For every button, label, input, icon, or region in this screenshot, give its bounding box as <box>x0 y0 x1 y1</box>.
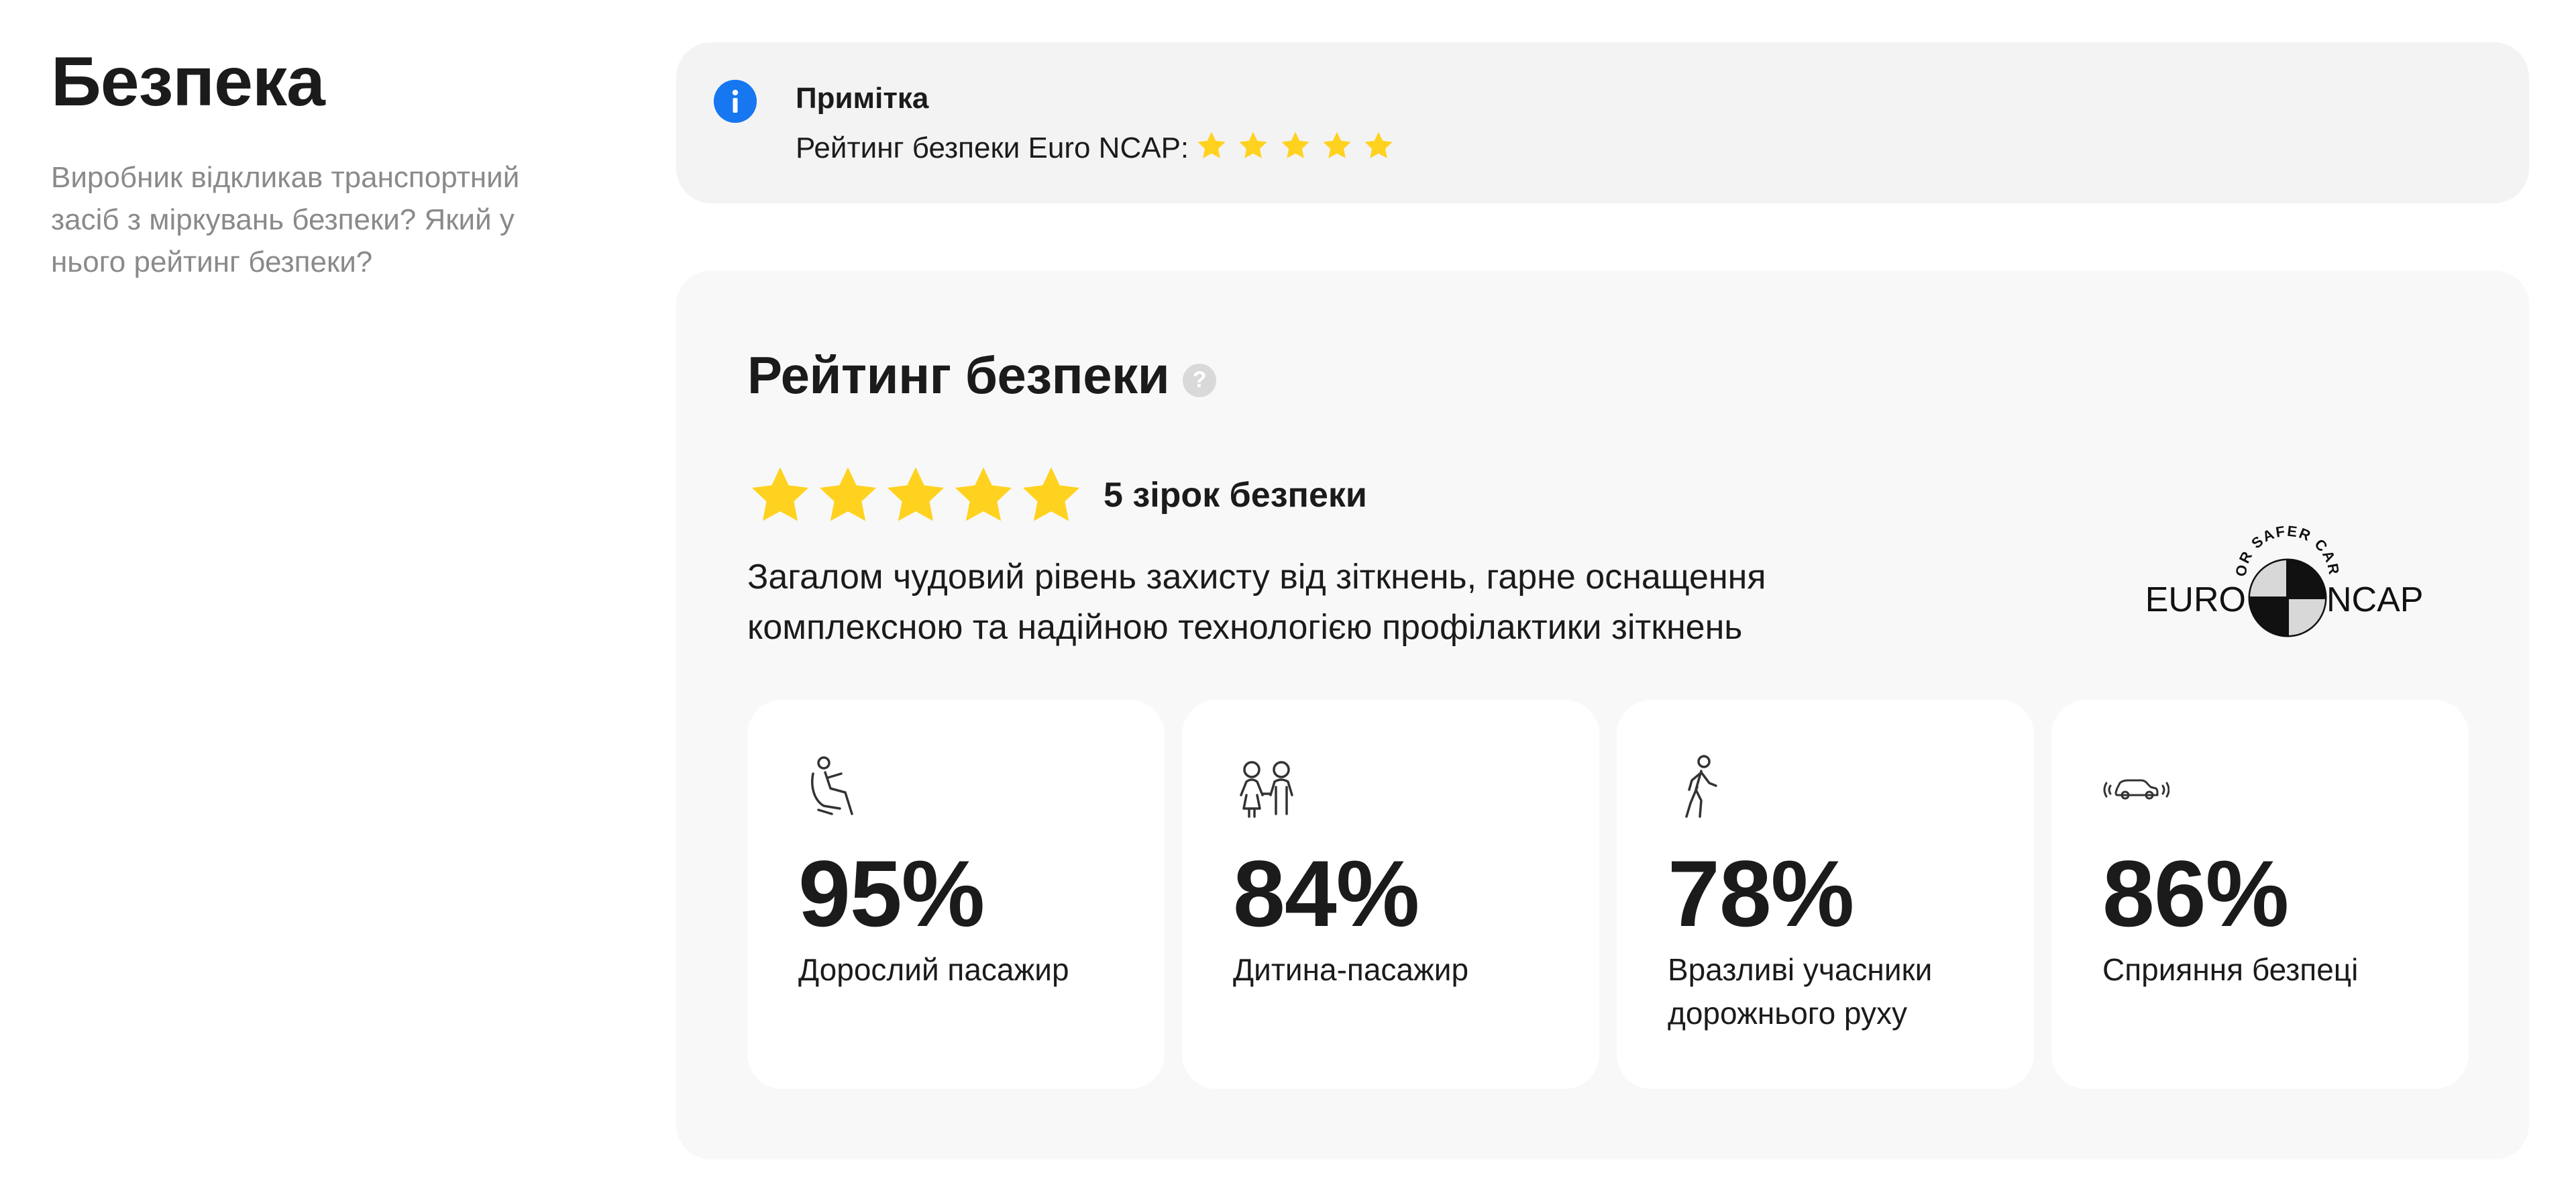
logo-arc-text: FOR SAFER CARS <box>2145 499 2341 578</box>
stat-label: Дорослий пасажир <box>798 952 1069 987</box>
logo-ncap-text: NCAP <box>2326 580 2423 619</box>
star-icon <box>747 462 813 528</box>
page-title: Безпека <box>51 43 325 121</box>
star-icon <box>1321 130 1353 162</box>
star-icon <box>815 462 881 528</box>
stat-card-adult: 95% Дорослий пасажир <box>747 700 1165 1089</box>
pedestrian-icon <box>1668 754 1735 821</box>
star-icon <box>1362 130 1395 162</box>
stars-label: 5 зірок безпеки <box>1104 476 1367 515</box>
note-text-label: Рейтинг безпеки Euro NCAP: <box>796 132 1189 164</box>
note-title: Примітка <box>796 82 929 115</box>
note-stars <box>1195 130 1396 172</box>
children-icon <box>1233 754 1300 821</box>
info-icon <box>714 80 757 123</box>
rating-description: Загалом чудовий рівень захисту від зіткн… <box>747 558 1766 647</box>
section-header: Безпека Виробник відкликав транспортний … <box>51 40 588 283</box>
stat-cards: 95% Дорослий пасажир 84% Дитина-пасажир <box>747 700 2469 1089</box>
safety-rating-card: Рейтинг безпеки ? 5 зірок безпеки Загало… <box>676 270 2529 1159</box>
stat-value: 86% <box>2102 841 2289 946</box>
logo-euro-text: EURO <box>2145 580 2246 619</box>
seated-adult-icon <box>798 754 865 821</box>
star-icon <box>1237 130 1269 162</box>
star-icon <box>951 462 1016 528</box>
note-box: Примітка Рейтинг безпеки Euro NCAP: <box>676 42 2529 203</box>
stat-value: 84% <box>1233 841 1419 946</box>
rating-title: Рейтинг безпеки <box>747 346 1170 405</box>
help-icon[interactable]: ? <box>1183 363 1217 397</box>
star-icon <box>883 462 949 528</box>
stat-value: 78% <box>1668 841 1854 946</box>
stat-card-safety-assist: 86% Сприяння безпеці <box>2051 700 2469 1089</box>
stat-label: Дитина-пасажир <box>1233 952 1469 987</box>
stat-label: Сприяння безпеці <box>2102 952 2359 987</box>
star-icon <box>1195 130 1228 162</box>
svg-text:FOR SAFER CARS: FOR SAFER CARS <box>2145 499 2343 578</box>
note-text: Рейтинг безпеки Euro NCAP: <box>796 128 1396 172</box>
rating-title-row: Рейтинг безпеки ? <box>747 344 1217 407</box>
stat-card-vulnerable-road-users: 78% Вразливі учасники дорожнього руху <box>1617 700 2034 1089</box>
star-icon <box>1279 130 1311 162</box>
stat-label: Вразливі учасники дорожнього руху <box>1668 952 1933 1031</box>
car-sensor-icon <box>2102 754 2169 821</box>
page-subtitle: Виробник відкликав транспортний засіб з … <box>51 160 520 278</box>
rating-stars: 5 зірок безпеки <box>747 462 1367 528</box>
euro-ncap-logo: FOR SAFER CARS EURO NCAP <box>2145 499 2423 637</box>
stat-value: 95% <box>798 841 985 946</box>
star-icon <box>1018 462 1084 528</box>
stat-card-child: 84% Дитина-пасажир <box>1182 700 1599 1089</box>
